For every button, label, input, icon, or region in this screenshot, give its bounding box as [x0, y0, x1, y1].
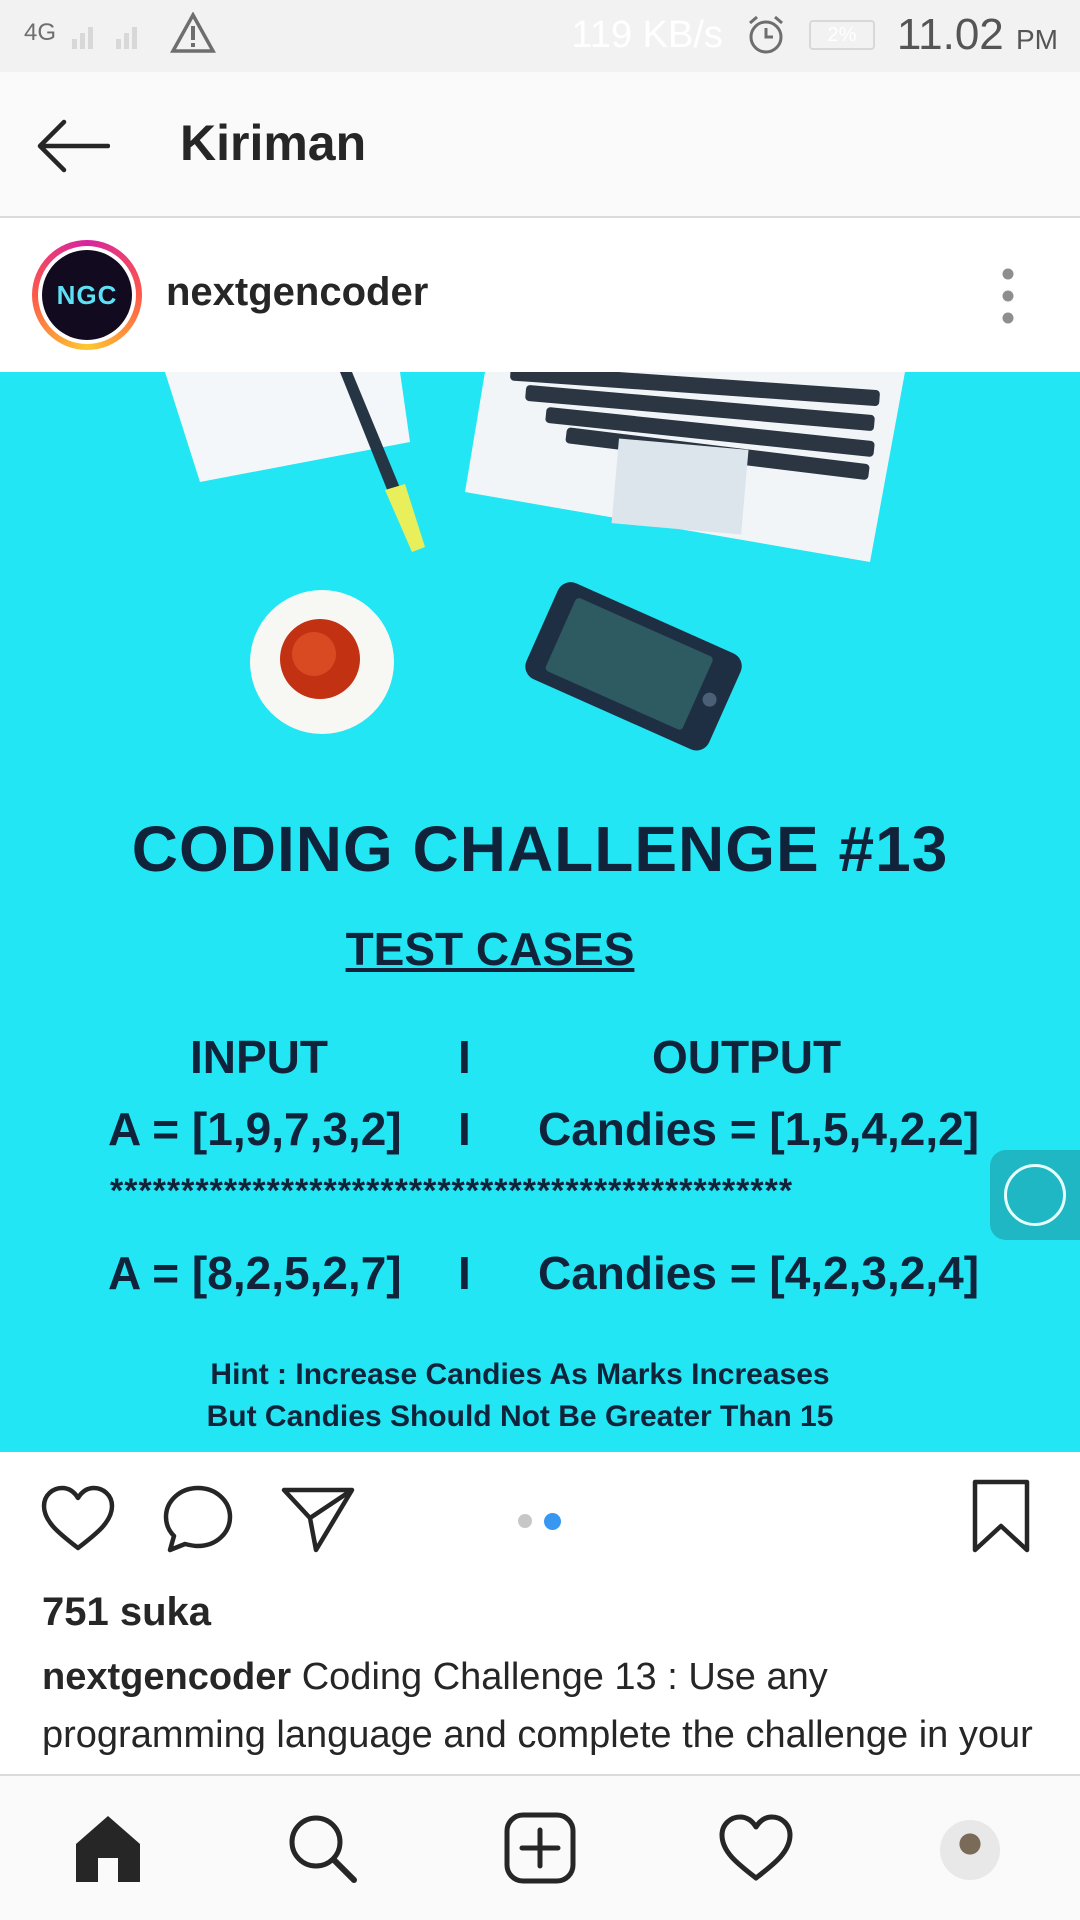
- caption-username[interactable]: nextgencoder: [42, 1656, 291, 1698]
- bookmark-save-icon[interactable]: [970, 1478, 1032, 1554]
- case1-output: Candies = [1,5,4,2,2]: [538, 1103, 980, 1155]
- share-send-icon[interactable]: [280, 1484, 356, 1554]
- profile-avatar[interactable]: [940, 1820, 1000, 1880]
- more-vertical-icon[interactable]: [996, 266, 1020, 326]
- test-cases-heading: TEST CASES: [345, 923, 635, 975]
- separator-3: I: [458, 1247, 471, 1299]
- desk-illustration: [165, 372, 905, 751]
- floating-assistant-button[interactable]: [990, 1150, 1080, 1240]
- case2-output: Candies = [4,2,3,2,4]: [538, 1247, 980, 1299]
- circle-icon: [1004, 1164, 1066, 1226]
- activity-heart-icon[interactable]: [718, 1810, 794, 1886]
- battery-level: 2%: [827, 23, 857, 46]
- like-count[interactable]: 751 suka: [42, 1590, 211, 1635]
- page-title: Kiriman: [180, 115, 367, 171]
- post-caption: nextgencoder Coding Challenge 13 : Use a…: [42, 1648, 1042, 1778]
- carousel-dot-active: [544, 1513, 561, 1530]
- clock-time: 11.02: [896, 10, 1004, 59]
- clock: 11.02 PM: [897, 10, 1058, 60]
- like-heart-icon[interactable]: [40, 1484, 116, 1554]
- battery-icon: 2%: [808, 20, 875, 50]
- case2-input: A = [8,2,5,2,7]: [108, 1247, 402, 1299]
- hint-line-2: But Candies Should Not Be Greater Than 1…: [206, 1400, 834, 1433]
- network-type: 4G: [24, 19, 57, 46]
- carousel-indicator: [518, 1513, 561, 1530]
- post-actions: [0, 1452, 1080, 1582]
- output-header: OUTPUT: [652, 1031, 842, 1083]
- avatar-logo: NGC: [42, 250, 132, 340]
- network-speed: 119 KB/s: [571, 13, 723, 56]
- status-right: 119 KB/s 2% 11.02 PM: [572, 10, 1058, 60]
- status-left: 4G: [24, 12, 216, 54]
- input-header: INPUT: [190, 1031, 328, 1083]
- home-icon[interactable]: [70, 1810, 146, 1886]
- post-username[interactable]: nextgencoder: [166, 270, 428, 315]
- add-post-icon[interactable]: [502, 1810, 578, 1886]
- app-bar: Kiriman: [0, 72, 1080, 218]
- hint-line-1: Hint : Increase Candies As Marks Increas…: [210, 1358, 830, 1391]
- search-icon[interactable]: [284, 1810, 360, 1886]
- post-image[interactable]: CODING CHALLENGE #13 TEST CASES INPUT I …: [0, 372, 1080, 1452]
- comment-icon[interactable]: [162, 1484, 234, 1554]
- star-divider: ****************************************…: [110, 1172, 794, 1210]
- signal-icon: [72, 27, 138, 49]
- alarm-icon: [748, 15, 783, 54]
- carousel-dot: [518, 1514, 532, 1528]
- avatar[interactable]: NGC: [32, 240, 142, 350]
- case1-input: A = [1,9,7,3,2]: [108, 1103, 402, 1155]
- challenge-title: CODING CHALLENGE #13: [131, 813, 949, 885]
- separator-2: I: [458, 1103, 471, 1155]
- separator-1: I: [458, 1031, 471, 1083]
- avatar-border: NGC: [38, 246, 136, 344]
- post-header: NGC nextgencoder: [0, 218, 1080, 372]
- warning-icon: [170, 12, 216, 53]
- back-arrow-icon[interactable]: [34, 116, 110, 176]
- status-bar: 4G 119 KB/s 2% 11.02 PM: [0, 0, 1080, 72]
- bottom-navigation: [0, 1774, 1080, 1920]
- clock-suffix: PM: [1016, 24, 1058, 55]
